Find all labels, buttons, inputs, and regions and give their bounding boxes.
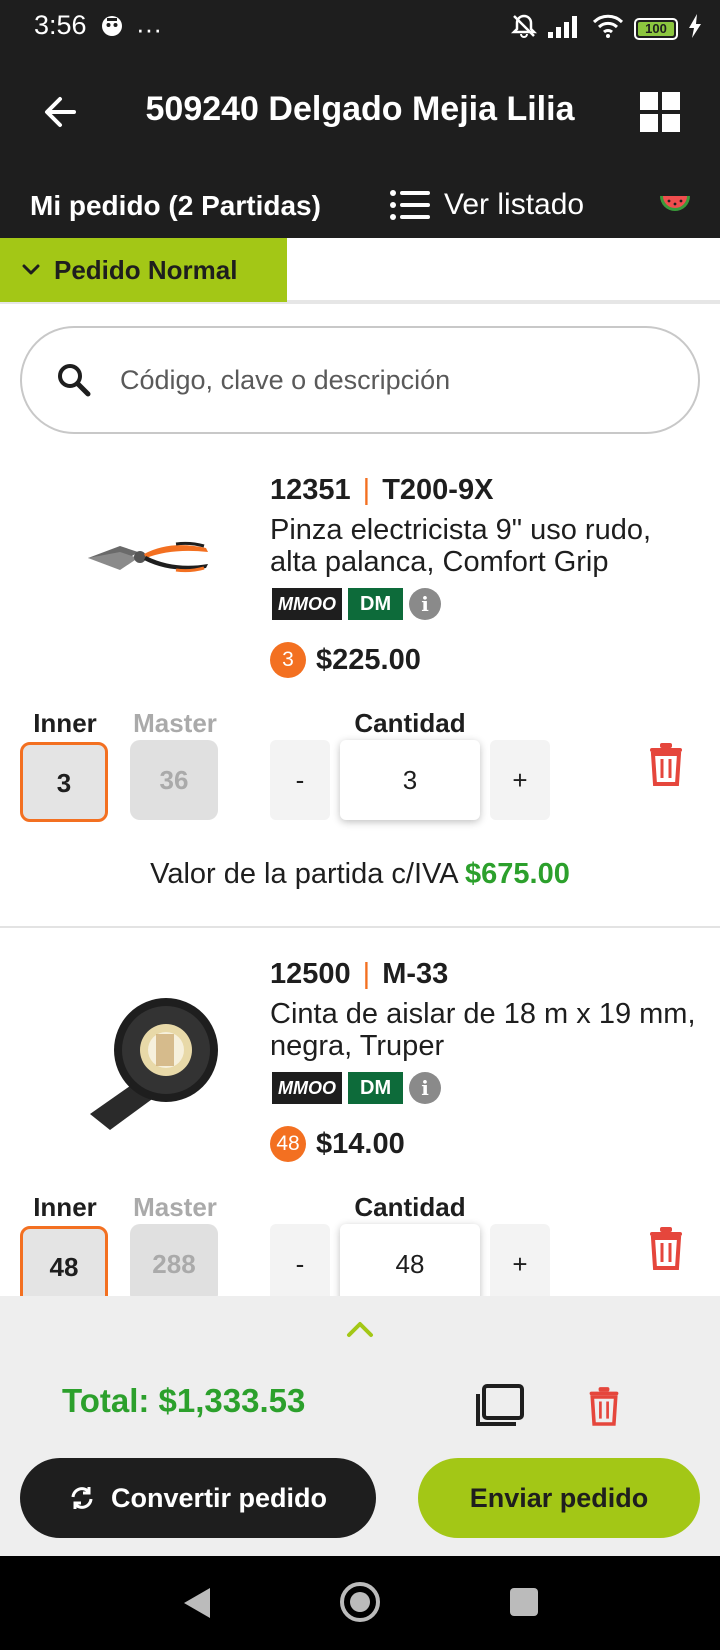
product-number: 12500 [270, 958, 351, 990]
battery-icon: 100 [634, 17, 678, 40]
dm-badge: DM [348, 1072, 404, 1104]
info-icon[interactable]: i [409, 588, 442, 620]
product-number: 12351 [270, 474, 351, 506]
chevron-down-icon [22, 264, 40, 275]
product-description: Pinza electricista 9" uso rudo, alta pal… [270, 514, 652, 578]
watermelon-icon[interactable] [658, 188, 692, 220]
nav-home-button[interactable] [340, 1582, 380, 1622]
trash-icon [589, 1387, 619, 1426]
signal-icon [548, 14, 582, 43]
app-bar: 509240 Delgado Mejia Lilia [0, 54, 720, 170]
master-label: Master [133, 708, 217, 738]
inner-pack-button[interactable]: 3 [20, 742, 108, 822]
charging-icon [688, 14, 702, 43]
product-sku: M-33 [382, 958, 449, 990]
product-card: 12351 | T200-9X Pinza electricista 9" uso … [0, 460, 720, 930]
product-badges: MMOO DM i [272, 1072, 442, 1104]
arrow-left-icon [45, 97, 76, 127]
copy-icon [476, 1384, 524, 1426]
nav-recents-button[interactable] [510, 1588, 538, 1616]
search-input[interactable] [120, 364, 640, 396]
search-bar[interactable] [20, 326, 700, 434]
decrement-button[interactable]: - [270, 740, 330, 820]
view-list-label: Ver listado [444, 188, 585, 221]
order-type-tabs: Pedido Normal [0, 238, 720, 304]
delete-order-button[interactable] [586, 1386, 622, 1426]
line-total: Valor de la partida c/IVA $675.00 [0, 858, 720, 891]
nav-back-button[interactable] [182, 1586, 212, 1625]
inner-label: Inner [33, 708, 97, 738]
send-order-button[interactable]: Enviar pedido [418, 1458, 700, 1538]
product-description: Cinta de aislar de 18 m x 19 mm, negra, … [270, 998, 696, 1062]
pack-qty-badge: 48 [270, 1126, 306, 1162]
system-nav-bar [0, 1556, 720, 1650]
line-total-label: Valor de la partida c/IVA [150, 858, 457, 890]
delete-item-button[interactable] [646, 1226, 686, 1270]
master-label: Master [133, 1192, 217, 1222]
delete-item-button[interactable] [646, 742, 686, 786]
increment-button[interactable]: + [490, 740, 550, 820]
mute-icon [510, 12, 538, 45]
product-badges: MMOO DM i [272, 588, 442, 620]
trash-icon [650, 1227, 682, 1270]
order-count-label: Mi pedido (2 Partidas) [30, 190, 321, 221]
mmoo-badge: MMOO [272, 588, 342, 620]
nav-back-icon [184, 1588, 210, 1618]
sync-icon [71, 1487, 93, 1509]
price-row: 48 $14.00 [270, 1126, 405, 1162]
line-total-amount: $675.00 [465, 858, 570, 890]
product-card: 12500 | M-33 Cinta de aislar de 18 m x 19 … [0, 944, 720, 1296]
inner-pack-button[interactable]: 48 [20, 1226, 108, 1296]
decrement-button[interactable]: - [270, 1224, 330, 1296]
product-sku: T200-9X [382, 474, 494, 506]
pliers-image [80, 496, 220, 676]
page-title: 509240 Delgado Mejia Lilia [145, 90, 575, 128]
more-notifications-icon: ··· [136, 13, 162, 44]
product-code: 12351 | T200-9X [270, 474, 494, 506]
quantity-input[interactable]: 3 [340, 740, 480, 820]
quantity-input[interactable]: 48 [340, 1224, 480, 1296]
view-list-button[interactable]: Ver listado [390, 188, 584, 222]
trash-icon [650, 743, 682, 786]
chevron-up-icon [347, 1322, 373, 1337]
master-pack-button[interactable]: 288 [130, 1224, 218, 1296]
item-divider [0, 926, 720, 928]
quantity-label: Cantidad [354, 708, 466, 738]
tab-label: Pedido Normal [54, 254, 238, 285]
product-code: 12500 | M-33 [270, 958, 449, 990]
unit-price: $225.00 [316, 643, 421, 676]
increment-button[interactable]: + [490, 1224, 550, 1296]
order-bar: Mi pedido (2 Partidas) Ver listado [0, 170, 720, 238]
mmoo-badge: MMOO [272, 1072, 342, 1104]
order-summary: Total: $1,333.53 Convertir pedido Enviar… [0, 1296, 720, 1556]
expand-summary-button[interactable] [346, 1320, 374, 1338]
tape-image [80, 984, 220, 1164]
master-pack-button[interactable]: 36 [130, 740, 218, 820]
list-icon [390, 190, 430, 220]
pack-qty-badge: 3 [270, 642, 306, 678]
back-button[interactable] [40, 92, 80, 132]
dm-badge: DM [348, 588, 404, 620]
grid-icon [640, 92, 658, 110]
quantity-label: Cantidad [354, 1192, 466, 1222]
grid-menu-button[interactable] [640, 92, 680, 132]
price-row: 3 $225.00 [270, 642, 421, 678]
notification-face-icon [100, 14, 124, 43]
tab-pedido-normal[interactable]: Pedido Normal [0, 238, 287, 302]
inner-label: Inner [33, 1192, 97, 1222]
convert-order-button[interactable]: Convertir pedido [20, 1458, 376, 1538]
unit-price: $14.00 [316, 1127, 405, 1160]
wifi-icon [592, 13, 624, 44]
copy-order-button[interactable] [474, 1384, 524, 1428]
battery-level: 100 [645, 20, 667, 36]
order-total: Total: $1,333.53 [62, 1382, 306, 1419]
search-icon [58, 364, 91, 397]
info-icon[interactable]: i [409, 1072, 442, 1104]
status-bar: 3:56 ··· 100 [0, 0, 720, 54]
status-time: 3:56 [34, 10, 87, 40]
convert-order-label: Convertir pedido [110, 1482, 327, 1513]
